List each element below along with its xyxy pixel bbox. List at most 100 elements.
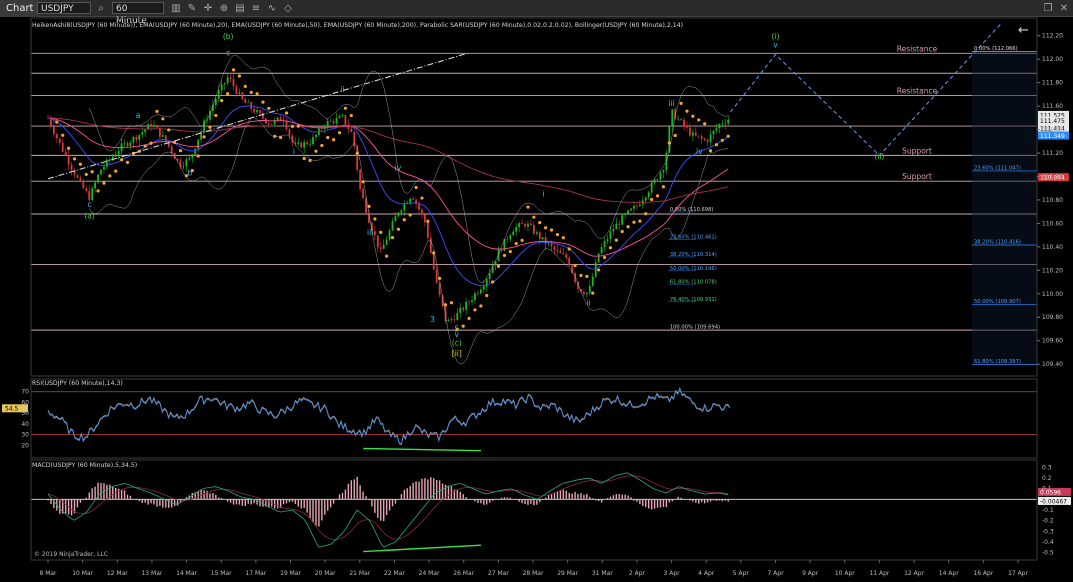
macd-histogram-bar [659, 499, 662, 508]
y-tick-label: 109.40 [1042, 361, 1063, 368]
chart-canvas[interactable]: Resistance Resistance Support Support 0.00% … [0, 0, 1073, 582]
macd-histogram-bar [335, 498, 338, 500]
candle [659, 172, 662, 180]
candle [721, 123, 724, 125]
macd-histogram-bar [117, 488, 120, 500]
macd-histogram-bar [695, 499, 697, 503]
macd-histogram-bar [583, 494, 585, 500]
candle [497, 249, 500, 262]
macd-histogram-bar [544, 497, 547, 500]
wave-label: iv [395, 164, 402, 173]
candle [603, 241, 606, 248]
candle [521, 223, 523, 224]
candle [686, 125, 688, 128]
candle [638, 204, 641, 206]
sar-dot [84, 172, 88, 177]
rsi-divergence-line [363, 447, 482, 452]
candle [391, 221, 394, 231]
macd-histogram-bar [123, 490, 126, 500]
sar-dot [408, 213, 412, 217]
rsi-tick-label: 70 [21, 389, 29, 396]
candle [532, 225, 535, 234]
macd-histogram-bar [350, 480, 352, 500]
sar-dot [661, 185, 666, 189]
x-tick-label: 26 Mar [453, 570, 474, 577]
wave-label: i [542, 189, 544, 198]
candle [315, 134, 317, 138]
macd-histogram-bar [141, 499, 143, 504]
macd-histogram-bar [524, 499, 526, 504]
sar-dot [414, 185, 418, 190]
macd-histogram-bar [353, 479, 355, 500]
candle [388, 230, 391, 240]
macd-histogram-bar [238, 499, 241, 505]
sar-dot [549, 228, 554, 232]
macd-histogram-bar [430, 477, 432, 500]
sar-dot [720, 138, 724, 142]
macd-histogram-bar [574, 491, 576, 500]
wave-label: c [226, 49, 230, 58]
macd-histogram-bar [312, 499, 314, 523]
macd-histogram-bar [503, 497, 506, 500]
macd-histogram-bar [592, 498, 594, 500]
candle [403, 203, 406, 211]
candle [91, 188, 94, 201]
macd-signal-line [47, 475, 729, 541]
x-tick-label: 21 Mar [349, 570, 370, 577]
macd-histogram-bar [106, 484, 108, 500]
macd-histogram-bar [698, 499, 700, 504]
candle [400, 210, 403, 213]
macd-histogram-bar [327, 499, 329, 511]
candle [506, 238, 509, 240]
candle [141, 132, 144, 135]
candle [394, 216, 397, 222]
back-arrow-icon[interactable]: ← [1018, 23, 1029, 38]
sar-dot [632, 220, 636, 224]
sar-dot [361, 180, 365, 184]
wave-label: (c) [452, 338, 462, 347]
macd-histogram-bar [488, 499, 491, 503]
macd-histogram-bar [586, 493, 588, 500]
macd-tick-label: -0.2 [1042, 518, 1054, 525]
sar-dot [373, 217, 377, 221]
macd-histogram-bar [135, 499, 138, 501]
macd-histogram-bar [276, 499, 279, 509]
macd-title: MACD(USDJPY (60 Minute),5,34,5) [32, 462, 137, 469]
sar-dot [149, 141, 153, 145]
candle [697, 135, 700, 137]
candle [100, 169, 102, 175]
x-tick-label: 12 Apr [904, 570, 924, 577]
candle [153, 125, 155, 127]
x-tick-label: 29 Mar [557, 570, 578, 577]
macd-histogram-bar [144, 499, 146, 503]
ema-line-20 [47, 105, 729, 287]
macd-histogram-bar [306, 499, 308, 513]
macd-histogram-bar [218, 497, 220, 500]
macd-histogram-bar [712, 499, 715, 501]
macd-histogram-bar [447, 485, 450, 500]
candle [70, 164, 73, 170]
candle [426, 222, 429, 238]
candle [300, 142, 303, 148]
candle [182, 166, 185, 168]
macd-histogram-bar [294, 499, 297, 504]
level-label: Resistance [897, 44, 938, 53]
candle [108, 159, 111, 161]
candle [267, 123, 270, 125]
candle [550, 243, 553, 247]
candle [459, 307, 462, 313]
macd-histogram-bar [462, 494, 464, 500]
candle [471, 300, 473, 302]
candle [583, 291, 585, 295]
wave-label: v [773, 40, 778, 49]
candle [453, 319, 456, 321]
macd-histogram-bar [85, 497, 87, 500]
macd-histogram-bar [235, 499, 238, 505]
sar-dot [491, 280, 495, 284]
candle [512, 231, 515, 236]
fib-right-label: 0.00% (112.066) [974, 46, 1018, 52]
rsi-tick-label: 60 [21, 399, 29, 406]
sar-dot [726, 134, 730, 138]
candle [61, 142, 64, 152]
level-label: Support [902, 146, 932, 155]
